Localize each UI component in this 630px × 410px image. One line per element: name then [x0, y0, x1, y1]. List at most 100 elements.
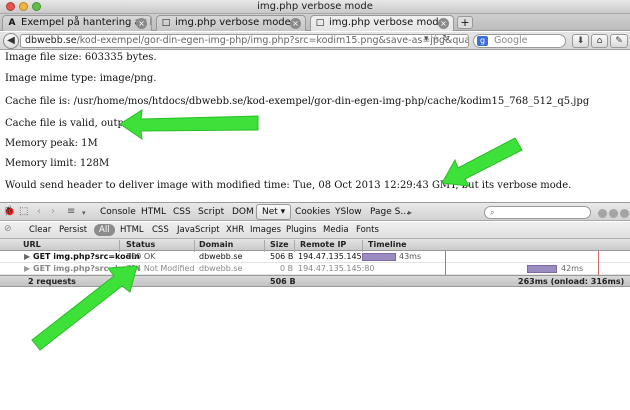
- window-minimize-button[interactable]: [19, 2, 28, 11]
- timeline-bar[interactable]: [527, 265, 557, 273]
- more-panels-icon[interactable]: ▸: [408, 208, 412, 217]
- downloads-button[interactable]: ⬇: [572, 34, 589, 48]
- panel-net-label: Net: [262, 207, 278, 217]
- row-url[interactable]: GET img.php?src=kodin: [33, 252, 140, 261]
- line-cache-file: Cache file is: /usr/home/mos/htdocs/dbwe…: [5, 96, 590, 107]
- line-mime-type: Image mime type: image/png.: [5, 73, 157, 84]
- row-domain: dbwebb.se: [199, 264, 243, 273]
- line-file-size: Image file size: 603335 bytes.: [5, 52, 157, 63]
- filter-plugins[interactable]: Plugins: [286, 225, 316, 235]
- url-domain: dbwebb.se: [25, 35, 77, 46]
- search-placeholder: Google: [494, 35, 528, 46]
- col-remote-ip[interactable]: Remote IP: [300, 240, 346, 249]
- panel-html[interactable]: HTML: [141, 207, 166, 217]
- magnifier-icon: ⌕: [490, 208, 495, 217]
- filter-html[interactable]: HTML: [120, 225, 144, 235]
- row-time: 42ms: [561, 264, 584, 273]
- row-domain: dbwebb.se: [199, 252, 243, 261]
- row-status: 200 OK: [126, 252, 156, 261]
- filter-persist[interactable]: Persist: [59, 225, 87, 235]
- col-status[interactable]: Status: [126, 240, 155, 249]
- tab-close-icon[interactable]: ×: [136, 18, 147, 29]
- total-requests: 2 requests: [28, 277, 76, 286]
- panel-cookies[interactable]: Cookies: [295, 207, 330, 217]
- google-engine-icon[interactable]: g: [477, 36, 488, 46]
- firebug-bug-icon[interactable]: 🐞: [3, 206, 15, 217]
- tab-close-icon[interactable]: ×: [290, 18, 301, 29]
- panel-css[interactable]: CSS: [173, 207, 191, 217]
- firebug-detach-button[interactable]: [609, 209, 618, 218]
- row-url[interactable]: GET img.php?src=kodin: [33, 264, 140, 273]
- timeline-bar[interactable]: [362, 253, 396, 261]
- filter-media[interactable]: Media: [323, 225, 349, 235]
- net-filter-bar: ⊘ Clear Persist All HTML CSS JavaScript …: [0, 222, 630, 239]
- filter-javascript[interactable]: JavaScript: [177, 225, 220, 235]
- page-icon: □: [161, 18, 171, 28]
- col-size[interactable]: Size: [270, 240, 289, 249]
- filter-fonts[interactable]: Fonts: [356, 225, 379, 235]
- panel-net[interactable]: Net ▾: [256, 204, 292, 220]
- tab-exempel[interactable]: A Exempel på hantering av bilder ... ×: [2, 15, 152, 31]
- panel-page-speed[interactable]: Page S...: [370, 207, 409, 217]
- panel-console[interactable]: Console: [100, 207, 136, 217]
- window-zoom-button[interactable]: [32, 2, 41, 11]
- url-path: /kod-exempel/gor-din-egen-img-php/img.ph…: [76, 35, 469, 46]
- tab-img-verbose-1[interactable]: □ img.php verbose mode ×: [156, 15, 306, 31]
- filter-xhr[interactable]: XHR: [226, 225, 244, 235]
- forward-arrow-icon[interactable]: ›: [51, 206, 55, 217]
- home-button[interactable]: ⌂: [591, 34, 608, 48]
- tab-label: img.php verbose mode: [329, 17, 445, 28]
- panel-script[interactable]: Script: [198, 207, 224, 217]
- menu-dropdown-icon[interactable]: ▾: [82, 209, 86, 217]
- firebug-close-button[interactable]: [620, 209, 629, 218]
- filter-all[interactable]: All: [94, 224, 115, 236]
- line-memory-peak: Memory peak: 1M: [5, 138, 98, 149]
- window-close-button[interactable]: [6, 2, 15, 11]
- firebug-search-input[interactable]: ⌕: [484, 206, 591, 219]
- back-button[interactable]: ◀: [3, 33, 19, 49]
- line-memory-limit: Memory limit: 128M: [5, 158, 110, 169]
- clear-icon: ⊘: [4, 224, 12, 234]
- inspect-icon[interactable]: ⬚: [19, 206, 28, 217]
- line-send-header: Would send header to deliver image with …: [5, 180, 572, 191]
- url-reload-icon[interactable]: ▾ ☆ ↻: [424, 34, 450, 44]
- table-row[interactable]: ▶ GET img.php?src=kodin 200 OK dbwebb.se…: [0, 251, 630, 263]
- net-summary-row: 2 requests 506 B 263ms (onload: 316ms): [0, 275, 630, 287]
- back-arrow-icon[interactable]: ‹: [37, 206, 41, 217]
- row-status: 304 Not Modified: [126, 264, 195, 273]
- firebug-toolbar: 🐞 ⬚ ‹ › ≡ ▾ Console HTML CSS Script DOM …: [0, 202, 630, 221]
- table-row[interactable]: ▶ GET img.php?src=kodin 304 Not Modified…: [0, 263, 630, 275]
- new-tab-button[interactable]: +: [457, 16, 473, 29]
- favicon-a-icon: A: [8, 18, 16, 28]
- url-bar[interactable]: dbwebb.se/kod-exempel/gor-din-egen-img-p…: [20, 34, 469, 48]
- tab-img-verbose-2[interactable]: □ img.php verbose mode ×: [310, 15, 454, 31]
- page-content: Image file size: 603335 bytes. Image mim…: [5, 50, 630, 200]
- col-url[interactable]: URL: [23, 240, 41, 249]
- timeline-marker: [598, 251, 599, 275]
- tools-button[interactable]: ✎: [610, 34, 628, 48]
- net-table-header: URL Status Domain Size Remote IP Timelin…: [0, 239, 630, 252]
- filter-clear[interactable]: Clear: [29, 225, 51, 235]
- panel-dom[interactable]: DOM: [232, 207, 254, 217]
- tab-label: Exempel på hantering av bilder ...: [21, 17, 151, 28]
- filter-images[interactable]: Images: [250, 225, 281, 235]
- filter-css[interactable]: CSS: [152, 225, 169, 235]
- tab-bar: A Exempel på hantering av bilder ... × □…: [0, 14, 630, 31]
- col-domain[interactable]: Domain: [199, 240, 233, 249]
- timeline-marker: [445, 251, 446, 275]
- menu-icon[interactable]: ≡: [67, 206, 75, 217]
- panel-yslow[interactable]: YSlow: [335, 207, 362, 217]
- window-title: img.php verbose mode: [257, 1, 373, 12]
- tab-close-icon[interactable]: ×: [438, 18, 449, 29]
- col-timeline[interactable]: Timeline: [368, 240, 407, 249]
- page-icon: □: [315, 18, 325, 28]
- search-input[interactable]: g Google: [473, 34, 566, 48]
- expand-arrow-icon[interactable]: ▶: [24, 264, 30, 273]
- window-titlebar: img.php verbose mode: [0, 0, 630, 14]
- row-size: 506 B: [270, 252, 294, 261]
- navigation-bar: ◀ dbwebb.se/kod-exempel/gor-din-egen-img…: [0, 32, 630, 50]
- expand-arrow-icon[interactable]: ▶: [24, 252, 30, 261]
- total-size: 506 B: [270, 277, 296, 286]
- row-time: 43ms: [399, 252, 422, 261]
- firebug-minimize-button[interactable]: [598, 209, 607, 218]
